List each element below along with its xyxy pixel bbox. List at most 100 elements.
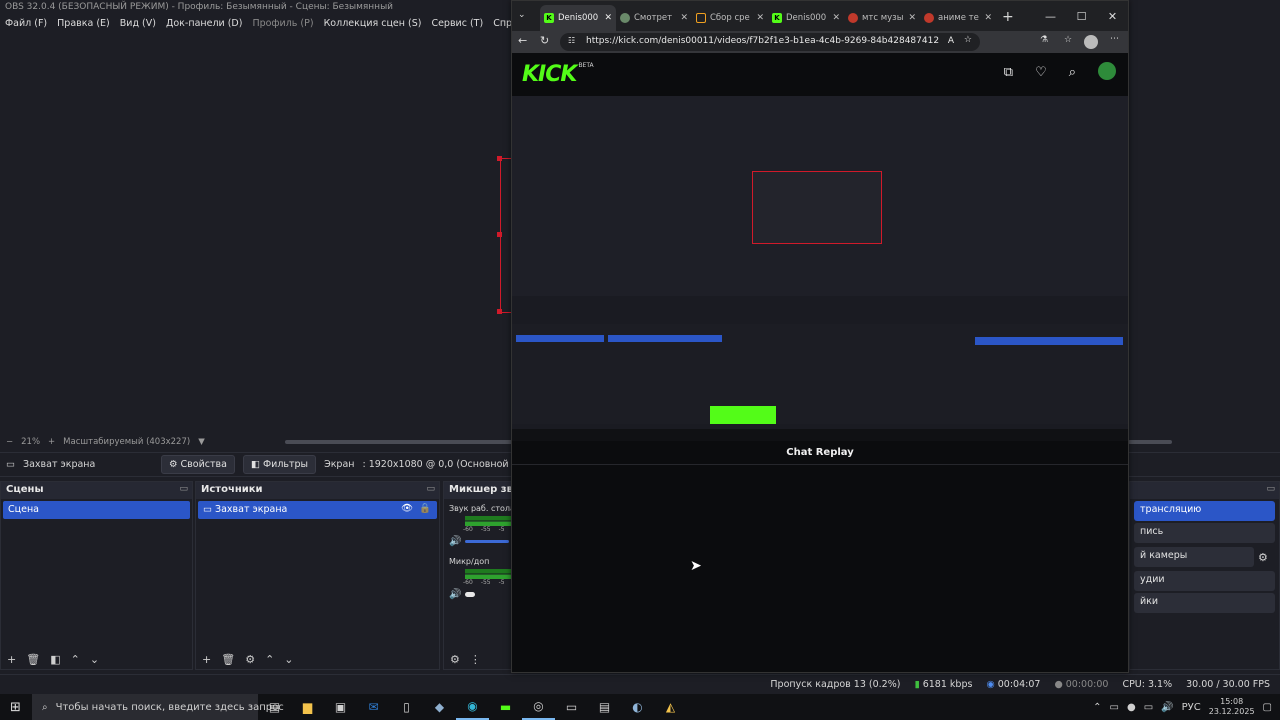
browser-tab[interactable]: аниме те ✕	[920, 5, 996, 31]
undock-icon[interactable]: ▭	[426, 484, 435, 494]
menu-profile[interactable]: Профиль (P)	[252, 18, 313, 31]
arrow-down-icon[interactable]: ⌄	[284, 653, 293, 666]
scene-item[interactable]: Сцена	[3, 501, 190, 519]
store-icon[interactable]: ▣	[324, 694, 357, 720]
add-icon[interactable]: +	[202, 653, 211, 666]
mic-icon[interactable]: ●	[1127, 702, 1136, 713]
clips-icon[interactable]: ⧉	[1004, 65, 1013, 80]
notifications-icon[interactable]: ▢	[1263, 702, 1272, 713]
close-icon[interactable]: ✕	[680, 13, 688, 23]
video-player[interactable]	[512, 96, 1128, 441]
zoom-out-icon[interactable]: −	[6, 437, 13, 447]
preview-scrollbar[interactable]	[1128, 440, 1172, 444]
mail-icon[interactable]: ✉	[357, 694, 390, 720]
properties-button[interactable]: ⚙ Свойства	[160, 455, 235, 474]
user-avatar[interactable]	[1098, 62, 1116, 80]
volume-slider[interactable]	[465, 540, 510, 543]
gear-icon[interactable]: ⚙	[245, 653, 255, 666]
app-icon[interactable]: ◆	[423, 694, 456, 720]
new-tab-icon[interactable]: +	[1002, 9, 1014, 25]
browser-tab[interactable]: K Denis000 ✕	[768, 5, 844, 31]
volume-icon[interactable]: 🔊	[1161, 702, 1173, 713]
add-icon[interactable]: +	[7, 653, 16, 666]
gear-icon[interactable]: ⚙	[450, 653, 460, 666]
scale-mode[interactable]: Масштабируемый (403x227)	[63, 437, 190, 447]
arrow-up-icon[interactable]: ⌃	[265, 653, 274, 666]
close-icon[interactable]: ✕	[756, 13, 764, 23]
kick-logo[interactable]: KICK	[522, 62, 577, 87]
network-icon[interactable]: ▭	[1110, 702, 1119, 713]
browser-tab[interactable]: мтс музы ✕	[844, 5, 920, 31]
trash-icon[interactable]: 🗑	[26, 653, 40, 666]
close-icon[interactable]: ✕	[984, 13, 992, 23]
browser-tab[interactable]: Смотрет ✕	[616, 5, 692, 31]
filters-button[interactable]: ◧ Фильтры	[242, 455, 317, 474]
gear-icon[interactable]: ⚙	[1258, 551, 1268, 564]
preview-scrollbar[interactable]	[285, 440, 515, 444]
studio-mode-button[interactable]: удии	[1134, 571, 1275, 591]
arrow-down-icon[interactable]: ⌄	[90, 653, 99, 666]
tab-actions-icon[interactable]: ⌄	[518, 10, 526, 20]
chevron-up-icon[interactable]: ⌃	[1093, 702, 1101, 713]
favorites-icon[interactable]: ☆	[1064, 35, 1072, 45]
start-streaming-button[interactable]: трансляцию	[1134, 501, 1275, 521]
start-button-icon[interactable]: ⊞	[10, 700, 21, 715]
console-icon[interactable]: ▭	[555, 694, 588, 720]
virtual-camera-button[interactable]: й камеры	[1134, 547, 1254, 567]
taskbar-search[interactable]: ⌕ Чтобы начать поиск, введите здесь запр…	[32, 694, 284, 720]
zoom-in-icon[interactable]: +	[48, 437, 55, 447]
chevron-down-icon[interactable]: ▼	[198, 437, 205, 447]
extensions-icon[interactable]: ⚗	[1040, 35, 1048, 45]
settings-button[interactable]: йки	[1134, 593, 1275, 613]
file-explorer-icon[interactable]: ▆	[291, 694, 324, 720]
reload-icon[interactable]: ↻	[540, 34, 549, 47]
menu-docks[interactable]: Док-панели (D)	[166, 18, 242, 31]
trash-icon[interactable]: 🗑	[221, 653, 235, 666]
undock-icon[interactable]: ▭	[179, 484, 188, 494]
menu-tools[interactable]: Сервис (T)	[431, 18, 483, 31]
edge-icon[interactable]: ◉	[456, 694, 489, 720]
close-icon[interactable]: ✕	[832, 13, 840, 23]
lock-icon[interactable]: 🔒	[419, 503, 431, 514]
terminal-icon[interactable]: ▬	[489, 694, 522, 720]
menu-edit[interactable]: Правка (E)	[57, 18, 110, 31]
browser-tab[interactable]: K Denis000 ✕	[540, 5, 616, 31]
obs-icon[interactable]: ◎	[522, 694, 555, 720]
network-icon[interactable]: ▭	[1144, 702, 1153, 713]
clock[interactable]: 15:08 23.12.2025	[1209, 697, 1255, 717]
search-icon[interactable]: ⌕	[1069, 65, 1076, 80]
source-item[interactable]: ▭ Захват экрана 👁 🔒	[198, 501, 437, 519]
app-icon[interactable]: ▤	[588, 694, 621, 720]
filter-icon[interactable]: ◧	[50, 653, 60, 666]
menu-scene-collection[interactable]: Коллекция сцен (S)	[324, 18, 422, 31]
url-field[interactable]: ☷ https://kick.com/denis00011/videos/f7b…	[560, 33, 980, 51]
profile-avatar[interactable]	[1084, 35, 1098, 49]
heart-icon[interactable]: ♡	[1035, 65, 1047, 80]
favorite-star-icon[interactable]: ☆	[964, 35, 972, 45]
notepad-icon[interactable]: ▯	[390, 694, 423, 720]
arrow-up-icon[interactable]: ⌃	[71, 653, 80, 666]
menu-file[interactable]: Файл (F)	[5, 18, 47, 31]
site-info-icon[interactable]: ☷	[568, 36, 575, 45]
preview-handle[interactable]	[497, 156, 502, 161]
more-menu-icon[interactable]: ⋯	[1110, 34, 1119, 44]
volume-slider[interactable]	[465, 592, 476, 597]
minimize-icon[interactable]: —	[1035, 10, 1066, 23]
task-view-icon[interactable]: ▤	[258, 694, 291, 720]
start-recording-button[interactable]: пись	[1134, 523, 1275, 543]
maximize-icon[interactable]: ☐	[1066, 10, 1097, 23]
app-icon[interactable]: ◭	[654, 694, 687, 720]
menu-icon[interactable]: ⋮	[470, 653, 481, 666]
preview-handle[interactable]	[497, 309, 502, 314]
menu-view[interactable]: Вид (V)	[120, 18, 156, 31]
browser-tab[interactable]: Сбор сре ✕	[692, 5, 768, 31]
close-icon[interactable]: ✕	[604, 13, 612, 23]
back-icon[interactable]: ←	[518, 34, 527, 47]
volume-icon[interactable]: 🔊	[449, 536, 461, 547]
preview-handle[interactable]	[497, 232, 502, 237]
steam-icon[interactable]: ◐	[621, 694, 654, 720]
read-aloud-icon[interactable]: A	[948, 36, 954, 46]
close-icon[interactable]: ✕	[908, 13, 916, 23]
eye-icon[interactable]: 👁	[401, 503, 413, 514]
close-window-icon[interactable]: ✕	[1097, 10, 1128, 23]
